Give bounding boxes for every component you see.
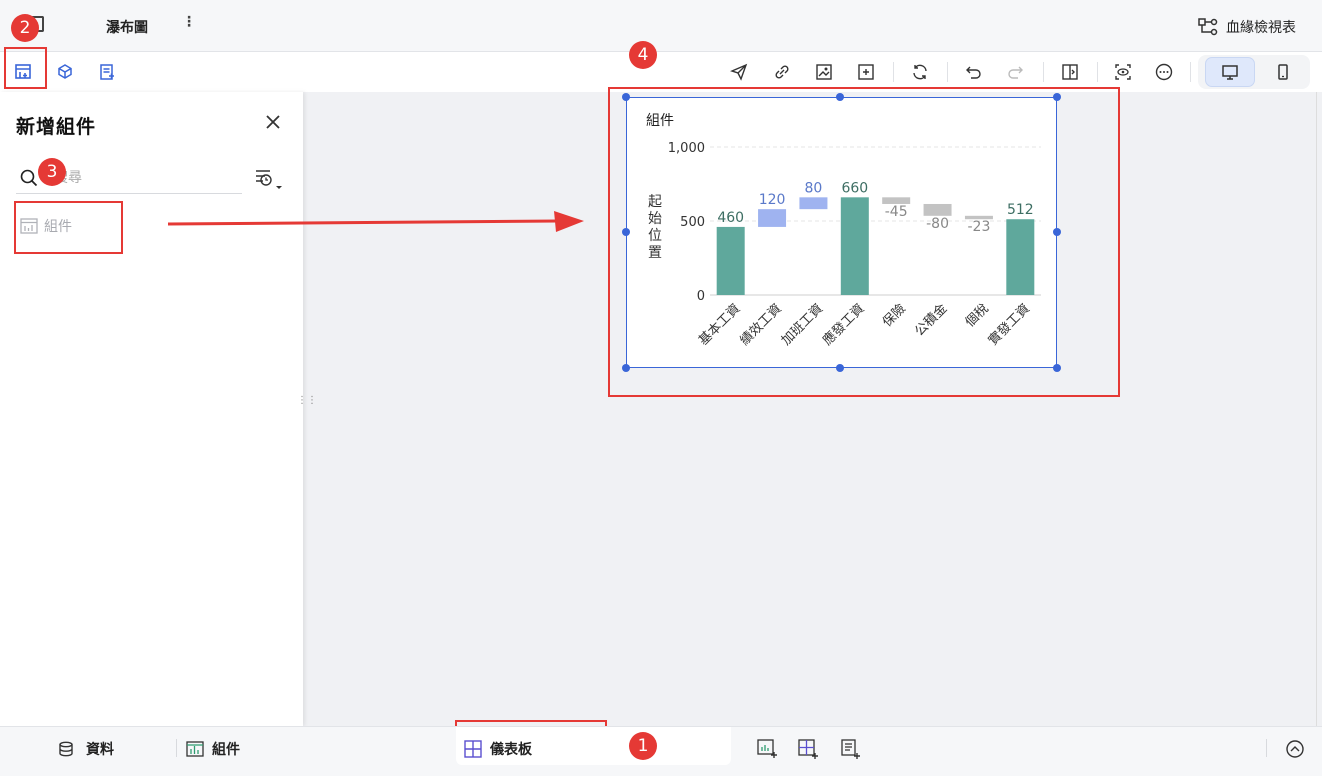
step-badge-2: 2 <box>11 14 39 42</box>
search-icon <box>20 169 38 187</box>
fit-icon <box>858 64 874 80</box>
close-icon[interactable] <box>263 112 283 132</box>
dashboard-icon <box>464 740 482 758</box>
toolbar <box>0 52 1322 92</box>
top-bar: 瀑布圖 ⋮ 血緣檢視表 <box>0 0 1322 52</box>
send-icon <box>730 63 748 81</box>
image-icon <box>816 64 832 80</box>
lineage-view-button[interactable]: 血緣檢視表 <box>1198 17 1296 37</box>
add-dashboard-icon <box>798 739 818 759</box>
undo-button[interactable] <box>963 61 985 83</box>
add-dashboard-button[interactable] <box>798 739 818 759</box>
panel-title: 新增組件 <box>16 116 97 138</box>
search-input[interactable] <box>52 166 232 190</box>
panel-toggle-button[interactable] <box>1059 61 1081 83</box>
component-tab-label: 組件 <box>212 742 240 758</box>
redo-icon <box>1008 66 1023 79</box>
mobile-view-button[interactable] <box>1272 61 1294 83</box>
step-badge-3: 3 <box>38 158 66 186</box>
add-chart-button[interactable] <box>757 739 777 759</box>
bottom-bar: 資料 組件 儀表板 1 <box>0 726 1322 776</box>
step-badge-1: 1 <box>629 732 657 760</box>
chart-icon <box>186 741 204 757</box>
dashboard-tab[interactable]: 儀表板 <box>464 739 532 759</box>
arrow-annotation <box>167 211 584 232</box>
highlight-component-item <box>14 201 123 254</box>
chevron-up-icon <box>1286 740 1304 758</box>
add-cube-icon <box>58 64 72 79</box>
send-button[interactable] <box>728 61 750 83</box>
link-icon <box>775 65 789 79</box>
refresh-button[interactable] <box>909 61 931 83</box>
page-title: 瀑布圖 <box>106 20 148 36</box>
desktop-icon <box>1222 65 1238 80</box>
dashboard-tab-label: 儀表板 <box>490 742 532 758</box>
add-cube-button[interactable] <box>54 61 76 83</box>
image-button[interactable] <box>813 61 835 83</box>
link-button[interactable] <box>771 61 793 83</box>
more-menu-button[interactable]: ⋮ <box>182 14 196 30</box>
step-badge-4: 4 <box>629 41 657 69</box>
mobile-icon <box>1278 64 1288 80</box>
lineage-icon <box>1198 18 1218 36</box>
data-tab-label: 資料 <box>86 742 114 758</box>
desktop-view-button[interactable] <box>1205 57 1255 87</box>
data-tab[interactable]: 資料 <box>58 739 114 759</box>
add-chart-icon <box>757 739 777 758</box>
component-tab[interactable]: 組件 <box>186 739 240 759</box>
add-report-button[interactable] <box>840 739 860 759</box>
resize-handle[interactable]: ⋮⋮ <box>297 396 317 406</box>
more-icon <box>1155 63 1173 81</box>
refresh-icon <box>913 64 927 80</box>
add-filter-button[interactable] <box>96 61 118 83</box>
preview-icon <box>1115 64 1131 80</box>
fit-button[interactable] <box>855 61 877 83</box>
sort-filter-icon[interactable] <box>254 168 286 192</box>
preview-button[interactable] <box>1112 61 1134 83</box>
lineage-label: 血緣檢視表 <box>1226 20 1296 36</box>
add-report-icon <box>841 739 860 759</box>
panel-toggle-icon <box>1062 64 1078 80</box>
more-button[interactable] <box>1153 61 1175 83</box>
add-component-panel: 新增組件 組件 ⋮⋮ <box>0 92 317 726</box>
add-filter-icon <box>100 64 114 80</box>
database-icon <box>59 741 73 757</box>
highlight-add-component <box>4 47 47 89</box>
highlight-widget <box>608 87 1120 397</box>
undo-icon <box>966 66 981 79</box>
redo-button[interactable] <box>1004 61 1026 83</box>
canvas-right-edge <box>1316 92 1317 726</box>
collapse-button[interactable] <box>1285 739 1305 759</box>
